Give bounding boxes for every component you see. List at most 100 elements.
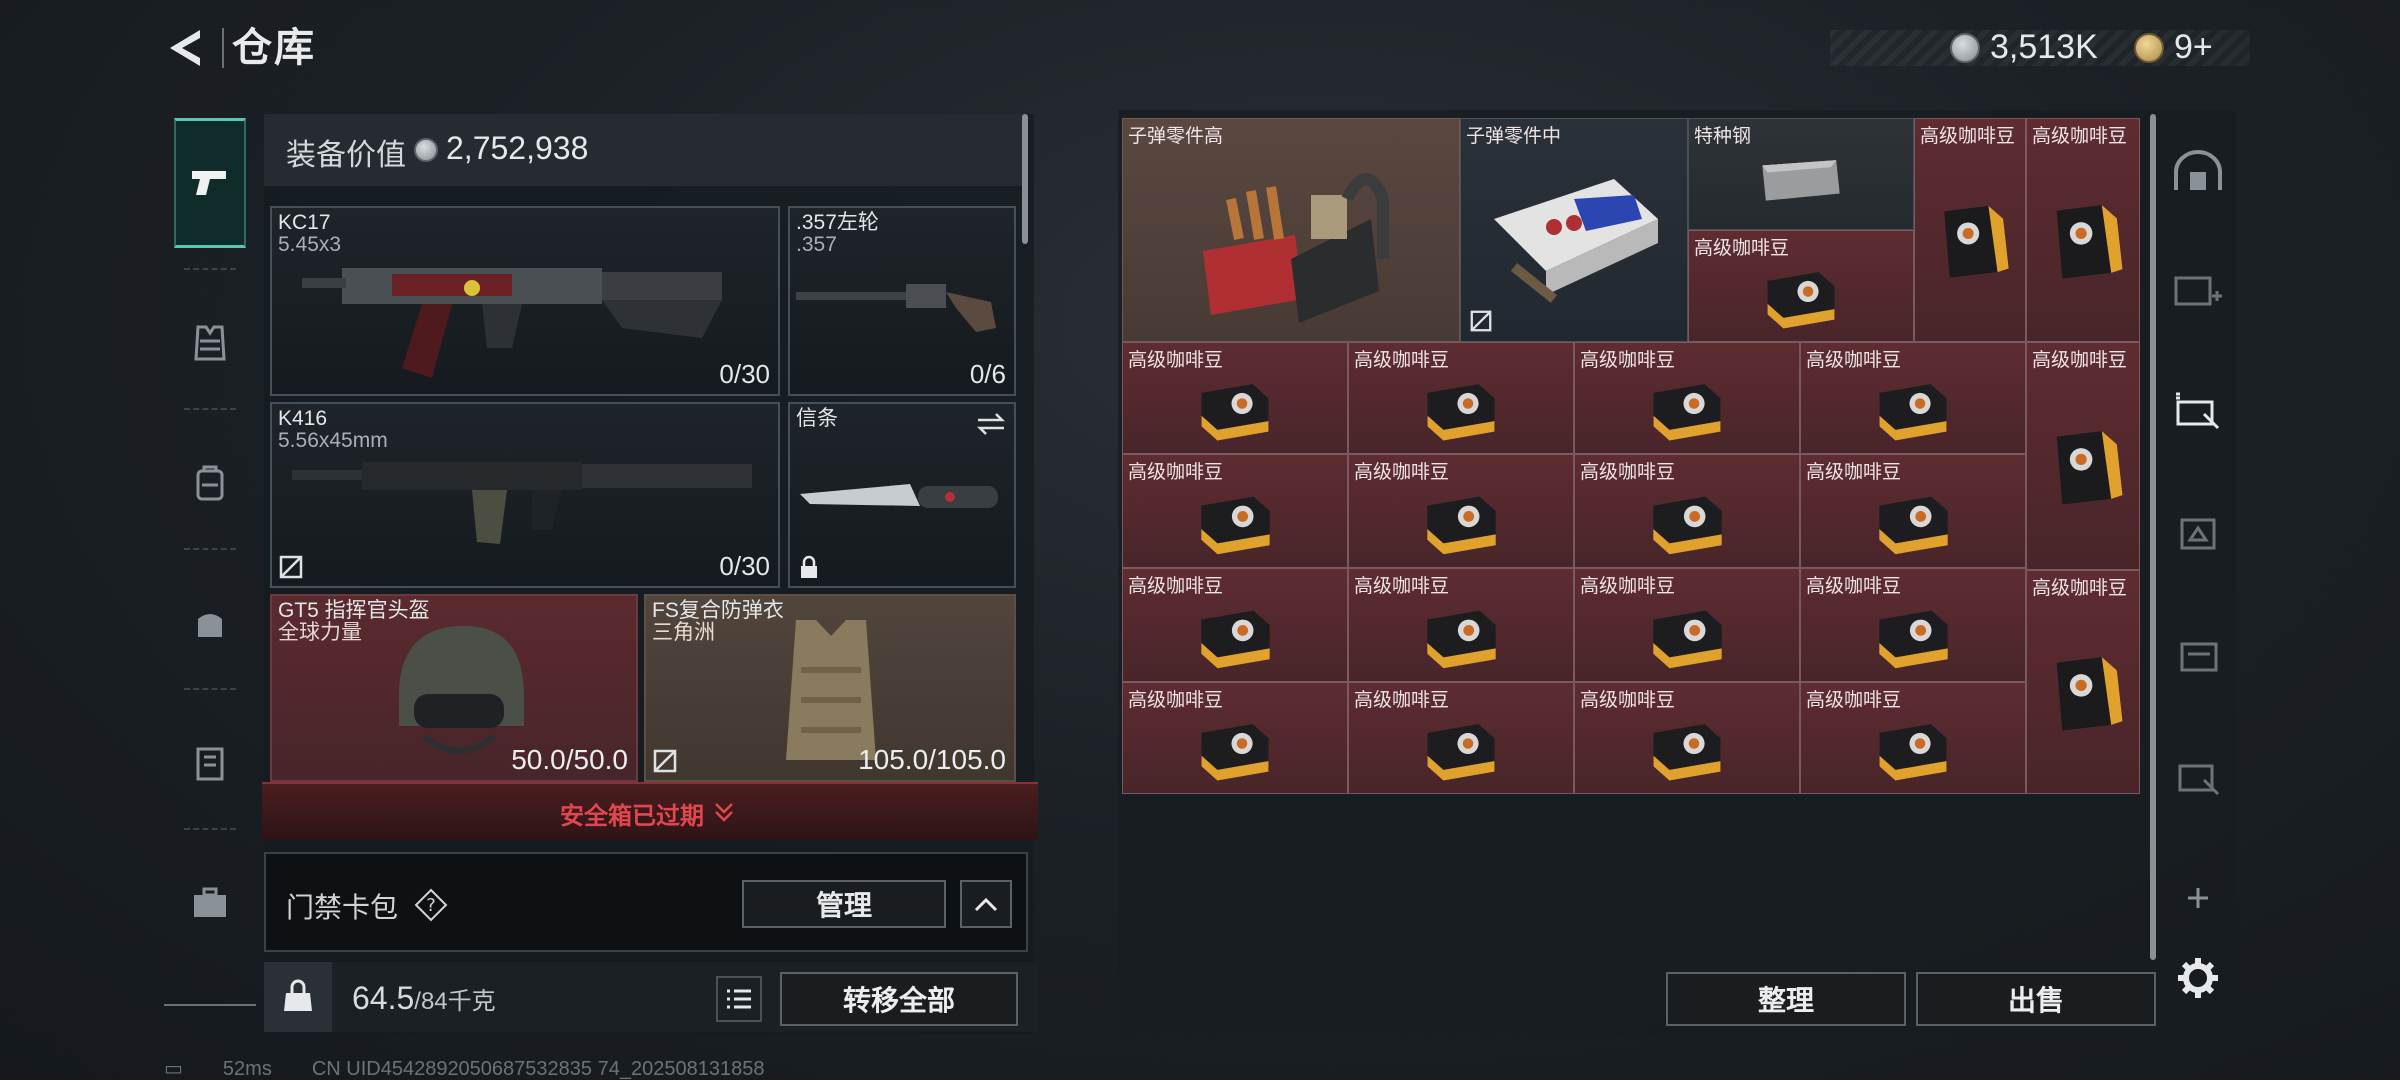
storage-item[interactable]: 高级咖啡豆 (2026, 118, 2140, 342)
storage-item[interactable]: 高级咖啡豆 (1574, 568, 1800, 682)
storage-item-label: 子弹零件高 (1128, 126, 1224, 147)
sidearm-slot[interactable]: .357左轮 .357 0/6 (788, 206, 1016, 396)
storage-item[interactable]: 高级咖啡豆 (1122, 342, 1348, 454)
nav-item-weapons[interactable] (174, 118, 246, 248)
equipment-value-amount: 2,752,938 (446, 130, 589, 166)
settings-button[interactable] (2170, 950, 2226, 1006)
knife-icon (800, 484, 998, 508)
storage-item[interactable]: 高级咖啡豆 (1348, 342, 1574, 454)
coffee-box-icon (1653, 724, 1721, 781)
storage-item-label: 高级咖啡豆 (2032, 578, 2128, 599)
loadout-scrollbar[interactable] (1022, 114, 1028, 244)
storage-tab-5[interactable] (2170, 748, 2226, 804)
storage-tab-3[interactable] (2170, 504, 2226, 560)
right-nav (2160, 110, 2236, 1010)
coffee-box-icon (1200, 496, 1270, 555)
storage-item-label: 高级咖啡豆 (1694, 238, 1790, 259)
coffee-box-icon (1426, 610, 1496, 669)
storage-tab-4[interactable] (2170, 626, 2226, 682)
storage-item-label: 子弹零件中 (1466, 126, 1562, 147)
primary-weapon-slot-1[interactable]: KC17 5.45x3 0/30 (270, 206, 780, 396)
storage-item[interactable]: 高级咖啡豆 (1574, 682, 1800, 794)
storage-tab-add[interactable] (2170, 260, 2226, 316)
nav-item-container[interactable] (174, 698, 246, 828)
coffee-box-icon (1878, 610, 1948, 669)
storage-item[interactable]: 特种钢 (1688, 118, 1914, 230)
storage-item[interactable]: 子弹零件中 (1460, 118, 1688, 342)
storage-item[interactable]: 高级咖啡豆 (2026, 570, 2140, 794)
briefcase-icon (194, 887, 226, 917)
back-arrow-icon (170, 30, 200, 66)
storage-item[interactable]: 高级咖啡豆 (1348, 454, 1574, 568)
transfer-all-button[interactable]: 转移全部 (780, 972, 1018, 1026)
ammo-count: 0/30 (719, 551, 770, 581)
list-view-button[interactable] (716, 976, 762, 1022)
coffee-bag-icon (2056, 205, 2123, 279)
melee-slot[interactable]: 信条 (788, 402, 1016, 588)
storage-item-label: 高级咖啡豆 (1128, 576, 1224, 597)
container-tab-icon (2178, 764, 2220, 796)
storage-item[interactable]: 高级咖啡豆 (1688, 230, 1914, 342)
weight-value: 64.5 (352, 980, 415, 1016)
storage-item[interactable]: 高级咖啡豆 (1122, 568, 1348, 682)
collapse-button[interactable] (960, 880, 1012, 928)
ammo-parts-icon (1494, 179, 1658, 303)
storage-tab-2[interactable] (2170, 382, 2226, 438)
sort-button[interactable]: 整理 (1666, 972, 1906, 1026)
vault-icon (2174, 150, 2222, 190)
storage-item[interactable]: 高级咖啡豆 (1348, 682, 1574, 794)
nav-item-pouch[interactable] (174, 558, 246, 688)
storage-item-label: 高级咖啡豆 (1806, 462, 1902, 483)
storage-item[interactable]: 高级咖啡豆 (1800, 342, 2026, 454)
gold-currency[interactable]: 9+ (2134, 28, 2213, 67)
helmet-slot[interactable]: GT5 指挥官头盔 全球力量 50.0/50.0 (270, 594, 638, 782)
add-tab-button[interactable] (2170, 870, 2226, 926)
equipment-value-label: 装备价值 (286, 139, 406, 172)
storage-item[interactable]: 高级咖啡豆 (1122, 454, 1348, 568)
storage-scrollbar[interactable] (2150, 114, 2156, 960)
storage-item-label: 高级咖啡豆 (1580, 462, 1676, 483)
weapon-caliber: .357 (796, 233, 837, 256)
storage-item[interactable]: 高级咖啡豆 (1800, 682, 2026, 794)
storage-item[interactable]: 高级咖啡豆 (1800, 568, 2026, 682)
no-insure-icon (1470, 310, 1492, 332)
sell-button[interactable]: 出售 (1916, 972, 2156, 1026)
chevron-up-icon (974, 897, 998, 912)
storage-item[interactable]: 子弹零件高 (1122, 118, 1460, 342)
manage-button[interactable]: 管理 (742, 880, 946, 928)
storage-item[interactable]: 高级咖啡豆 (1348, 568, 1574, 682)
access-card-pack-label: 门禁卡包 (286, 892, 399, 923)
storage-item-image (2027, 343, 2139, 569)
storage-item-label: 高级咖啡豆 (1920, 126, 2016, 147)
add-container-icon (2174, 276, 2222, 306)
no-insure-icon (279, 555, 303, 579)
storage-item-label: 高级咖啡豆 (1806, 690, 1902, 711)
silver-currency[interactable]: 3,513K (1950, 28, 2098, 67)
storage-tab-home[interactable] (2170, 144, 2226, 200)
storage-item-label: 高级咖啡豆 (1580, 350, 1676, 371)
storage-item-label: 高级咖啡豆 (1128, 350, 1224, 371)
storage-item[interactable]: 高级咖啡豆 (1914, 118, 2026, 342)
armor-slot[interactable]: FS复合防弹衣 三角洲 105.0/105.0 (644, 594, 1016, 782)
helmet-durability: 50.0/50.0 (511, 744, 628, 775)
storage-item[interactable]: 高级咖啡豆 (1574, 454, 1800, 568)
back-button[interactable] (160, 22, 212, 74)
carbine-icon (292, 462, 752, 544)
storage-item-label: 高级咖啡豆 (1806, 576, 1902, 597)
primary-weapon-slot-2[interactable]: K416 5.56x45mm 0/30 (270, 402, 780, 588)
storage-item[interactable]: 高级咖啡豆 (1800, 454, 2026, 568)
coffee-box-icon (1200, 610, 1270, 669)
nav-item-backpack[interactable] (174, 418, 246, 548)
storage-item-label: 高级咖啡豆 (1580, 690, 1676, 711)
storage-item[interactable]: 高级咖啡豆 (1574, 342, 1800, 454)
storage-item[interactable]: 高级咖啡豆 (2026, 342, 2140, 570)
swap-icon[interactable] (976, 412, 1006, 436)
nav-item-briefcase[interactable] (174, 838, 246, 968)
storage-item-image (1915, 119, 2025, 341)
help-icon[interactable]: ? (414, 888, 448, 922)
nav-item-vest[interactable] (174, 278, 246, 408)
coffee-box-icon (1652, 610, 1722, 669)
chevron-double-down-icon[interactable] (712, 800, 736, 824)
container-tab-icon (2176, 392, 2220, 430)
storage-item[interactable]: 高级咖啡豆 (1122, 682, 1348, 794)
